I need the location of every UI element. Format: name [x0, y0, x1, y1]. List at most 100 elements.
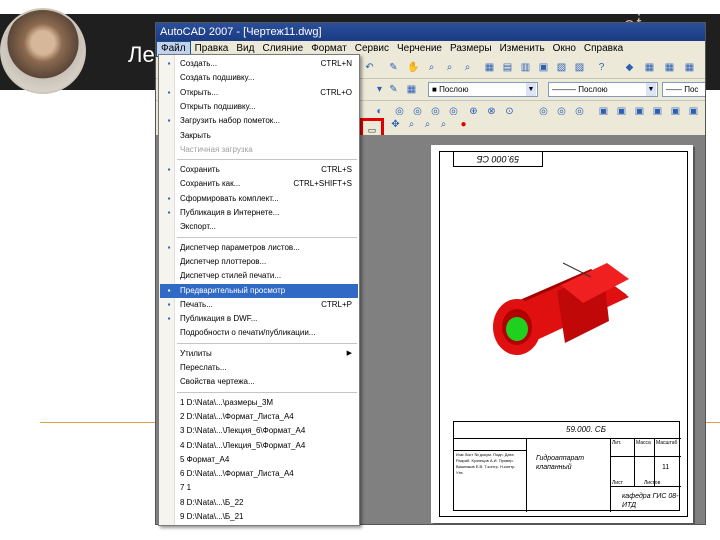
portrait-image — [0, 8, 86, 94]
file-menu-item[interactable]: Открыть подшивку... — [160, 100, 358, 114]
linetype-combo[interactable]: ——— Послою ▼ — [548, 82, 658, 97]
file-menu-item[interactable]: Диспетчер стилей печати... — [160, 269, 358, 283]
file-menu-item[interactable]: Диспетчер плоттеров... — [160, 255, 358, 269]
calculator-icon[interactable]: ▨ — [572, 60, 587, 75]
color-combo-value: Послою — [439, 85, 469, 94]
close-preview-icon[interactable]: ● — [456, 117, 471, 132]
file-menu-item[interactable]: Переслать... — [160, 361, 358, 375]
publish-web-icon: ▪ — [167, 208, 171, 217]
markup-icon[interactable]: ▧ — [554, 60, 569, 75]
menu-help[interactable]: Справка — [580, 41, 627, 57]
publish-dwf-icon: ▪ — [167, 314, 171, 324]
layer-color-icon[interactable]: ▦ — [404, 82, 419, 97]
file-menu-item-label: Утилиты — [180, 348, 212, 358]
slide-title: Ле — [128, 42, 155, 67]
file-menu-item-label: 6 D:\Nata\...\Формат_Листа_А4 — [180, 469, 294, 479]
file-menu-item[interactable]: ▪ Диспетчер параметров листов... — [160, 241, 358, 255]
file-menu-item-label: Диспетчер плоттеров... — [180, 256, 267, 266]
chevron-down-icon: ▼ — [646, 83, 656, 96]
help-icon[interactable]: ? — [594, 60, 609, 75]
file-menu-item-label: Сохранить — [180, 165, 220, 175]
workspace-icon[interactable]: ◆ — [622, 60, 637, 75]
layer-icon[interactable]: ▦ — [642, 60, 657, 75]
layer-tools-icon[interactable]: ▦ — [682, 60, 697, 75]
undo-icon[interactable]: ↶ — [362, 60, 377, 75]
file-menu-item[interactable]: Сохранить как... CTRL+SHIFT+S — [160, 177, 358, 191]
file-menu-item[interactable]: ▪ Открыть... CTRL+O — [160, 86, 358, 100]
file-menu-item-label: 9 D:\Nata\...\Б_21 — [180, 512, 244, 521]
layer-previous-icon[interactable]: ▦ — [662, 60, 677, 75]
title-block-staff: Изм Лист № докум. Подп. Дата Разраб. Куз… — [456, 452, 516, 475]
pan-icon[interactable]: ✥ — [388, 117, 403, 132]
menu-draw[interactable]: Черчение — [393, 41, 446, 57]
title-block: 59.000. СБ Гидроаппарат клапанный кафедр… — [453, 421, 681, 512]
file-menu-item-label: 1 D:\Nata\...\размеры_3М — [180, 397, 274, 407]
presentation-slide: Ле а ~ǝṫ~ AutoCAD 2007 - [Чертеж11.dwg] … — [0, 0, 720, 540]
sheet-set-icon[interactable]: ▣ — [536, 60, 551, 75]
page-setup-icon: ▪ — [167, 242, 171, 252]
file-menu-item[interactable]: ▪ Создать... CTRL+N — [160, 57, 358, 71]
linetype-combo-value: Послою — [578, 85, 608, 94]
file-menu-item[interactable]: 7 1 — [160, 481, 358, 495]
file-menu-item[interactable]: ▪ Предварительный просмотр — [160, 283, 358, 298]
window-title-bar[interactable]: AutoCAD 2007 - [Чертеж11.dwg] — [156, 23, 705, 41]
zoom-realtime-icon[interactable]: ⌕ — [404, 117, 419, 132]
file-menu-item-label: Сформировать комплект... — [180, 193, 279, 203]
file-menu-item-label: Сохранить как... — [180, 179, 241, 189]
layer-state-icon[interactable]: ✎ — [386, 82, 401, 97]
file-menu-item[interactable]: Утилиты ▶ — [160, 347, 358, 361]
menu-dimension[interactable]: Размеры — [446, 41, 496, 57]
file-menu-item[interactable]: Создать подшивку... — [160, 71, 358, 85]
title-block-sheet-number: 11 — [662, 464, 670, 471]
file-menu-item[interactable]: 2 D:\Nata\...\Формат_Листа_А4 — [160, 410, 358, 424]
file-menu-item-label: Публикация в DWF... — [180, 314, 258, 324]
file-menu-item-label: Открыть... — [180, 87, 219, 97]
zoom-realtime-icon[interactable]: ⌕ — [424, 60, 439, 75]
file-menu-item[interactable]: ▪ Сформировать комплект... — [160, 192, 358, 206]
file-menu-item[interactable]: ▪ Публикация в Интернете... — [160, 206, 358, 220]
file-menu-item[interactable]: ▪ Публикация в DWF... — [160, 312, 358, 326]
title-block-header-scale: Масштаб — [656, 440, 678, 446]
file-menu-item[interactable]: 8 D:\Nata\...\Б_22 — [160, 496, 358, 510]
file-menu-item[interactable]: Свойства чертежа... — [160, 375, 358, 389]
save-icon: ▪ — [167, 165, 171, 175]
print-icon: ▪ — [167, 299, 171, 309]
file-menu-item-label: Предварительный просмотр — [180, 285, 286, 295]
file-menu-item-label: 3 D:\Nata\...\Лекция_6\Формат_А4 — [180, 426, 306, 436]
file-menu-item[interactable]: ▪ Печать... CTRL+P — [160, 298, 358, 312]
file-menu-item[interactable]: ▪ Загрузить набор пометок... — [160, 114, 358, 128]
zoom-window-icon[interactable]: ⌕ — [420, 117, 435, 132]
menu-modify[interactable]: Изменить — [496, 41, 549, 57]
file-menu-item-label: Открыть подшивку... — [180, 101, 256, 111]
zoom-previous-icon[interactable]: ⌕ — [436, 117, 451, 132]
file-menu-item[interactable]: Экспорт... — [160, 220, 358, 234]
new-file-icon: ▪ — [167, 59, 171, 68]
file-menu-item[interactable]: 4 D:\Nata\...\Лекция_5\Формат_А4 — [160, 439, 358, 453]
file-menu-item-shortcut: CTRL+O — [320, 87, 352, 97]
file-menu-item[interactable]: Закрыть — [160, 129, 358, 143]
match-properties-icon[interactable]: ✎ — [386, 60, 401, 75]
tool-palettes-icon[interactable]: ▥ — [518, 60, 533, 75]
design-center-icon[interactable]: ▤ — [500, 60, 515, 75]
file-menu-item[interactable]: 9 D:\Nata\...\Б_21 — [160, 510, 358, 524]
properties-icon[interactable]: ▦ — [482, 60, 497, 75]
menu-separator — [177, 159, 357, 161]
file-menu-item-shortcut: CTRL+P — [321, 299, 352, 309]
file-menu-item[interactable]: 3 D:\Nata\...\Лекция_6\Формат_А4 — [160, 424, 358, 438]
file-menu-item[interactable]: 1 D:\Nata\...\размеры_3М — [160, 396, 358, 410]
file-menu-item[interactable]: 6 D:\Nata\...\Формат_Листа_А4 — [160, 467, 358, 481]
file-menu-item[interactable]: 5 Формат_А4 — [160, 453, 358, 467]
file-menu-item[interactable]: Подробности о печати/публикации... — [160, 326, 358, 340]
file-menu-item-label: Создать подшивку... — [180, 73, 255, 83]
color-combo[interactable]: ■ Послою ▼ — [428, 82, 538, 97]
menu-window[interactable]: Окно — [549, 41, 580, 57]
submenu-arrow-icon: ▶ — [346, 349, 352, 357]
file-menu-item[interactable]: ▪ Сохранить CTRL+S — [160, 163, 358, 177]
dropdown-arrow-icon[interactable]: ▾ — [372, 82, 387, 97]
pan-icon[interactable]: ✋ — [406, 60, 421, 75]
lineweight-combo[interactable]: —— Пос — [662, 82, 705, 97]
zoom-previous-icon[interactable]: ⌕ — [460, 60, 475, 75]
file-menu-item-label: 8 D:\Nata\...\Б_22 — [180, 497, 244, 507]
zoom-window-icon[interactable]: ⌕ — [442, 60, 457, 75]
file-menu-item-label: Диспетчер стилей печати... — [180, 271, 282, 281]
